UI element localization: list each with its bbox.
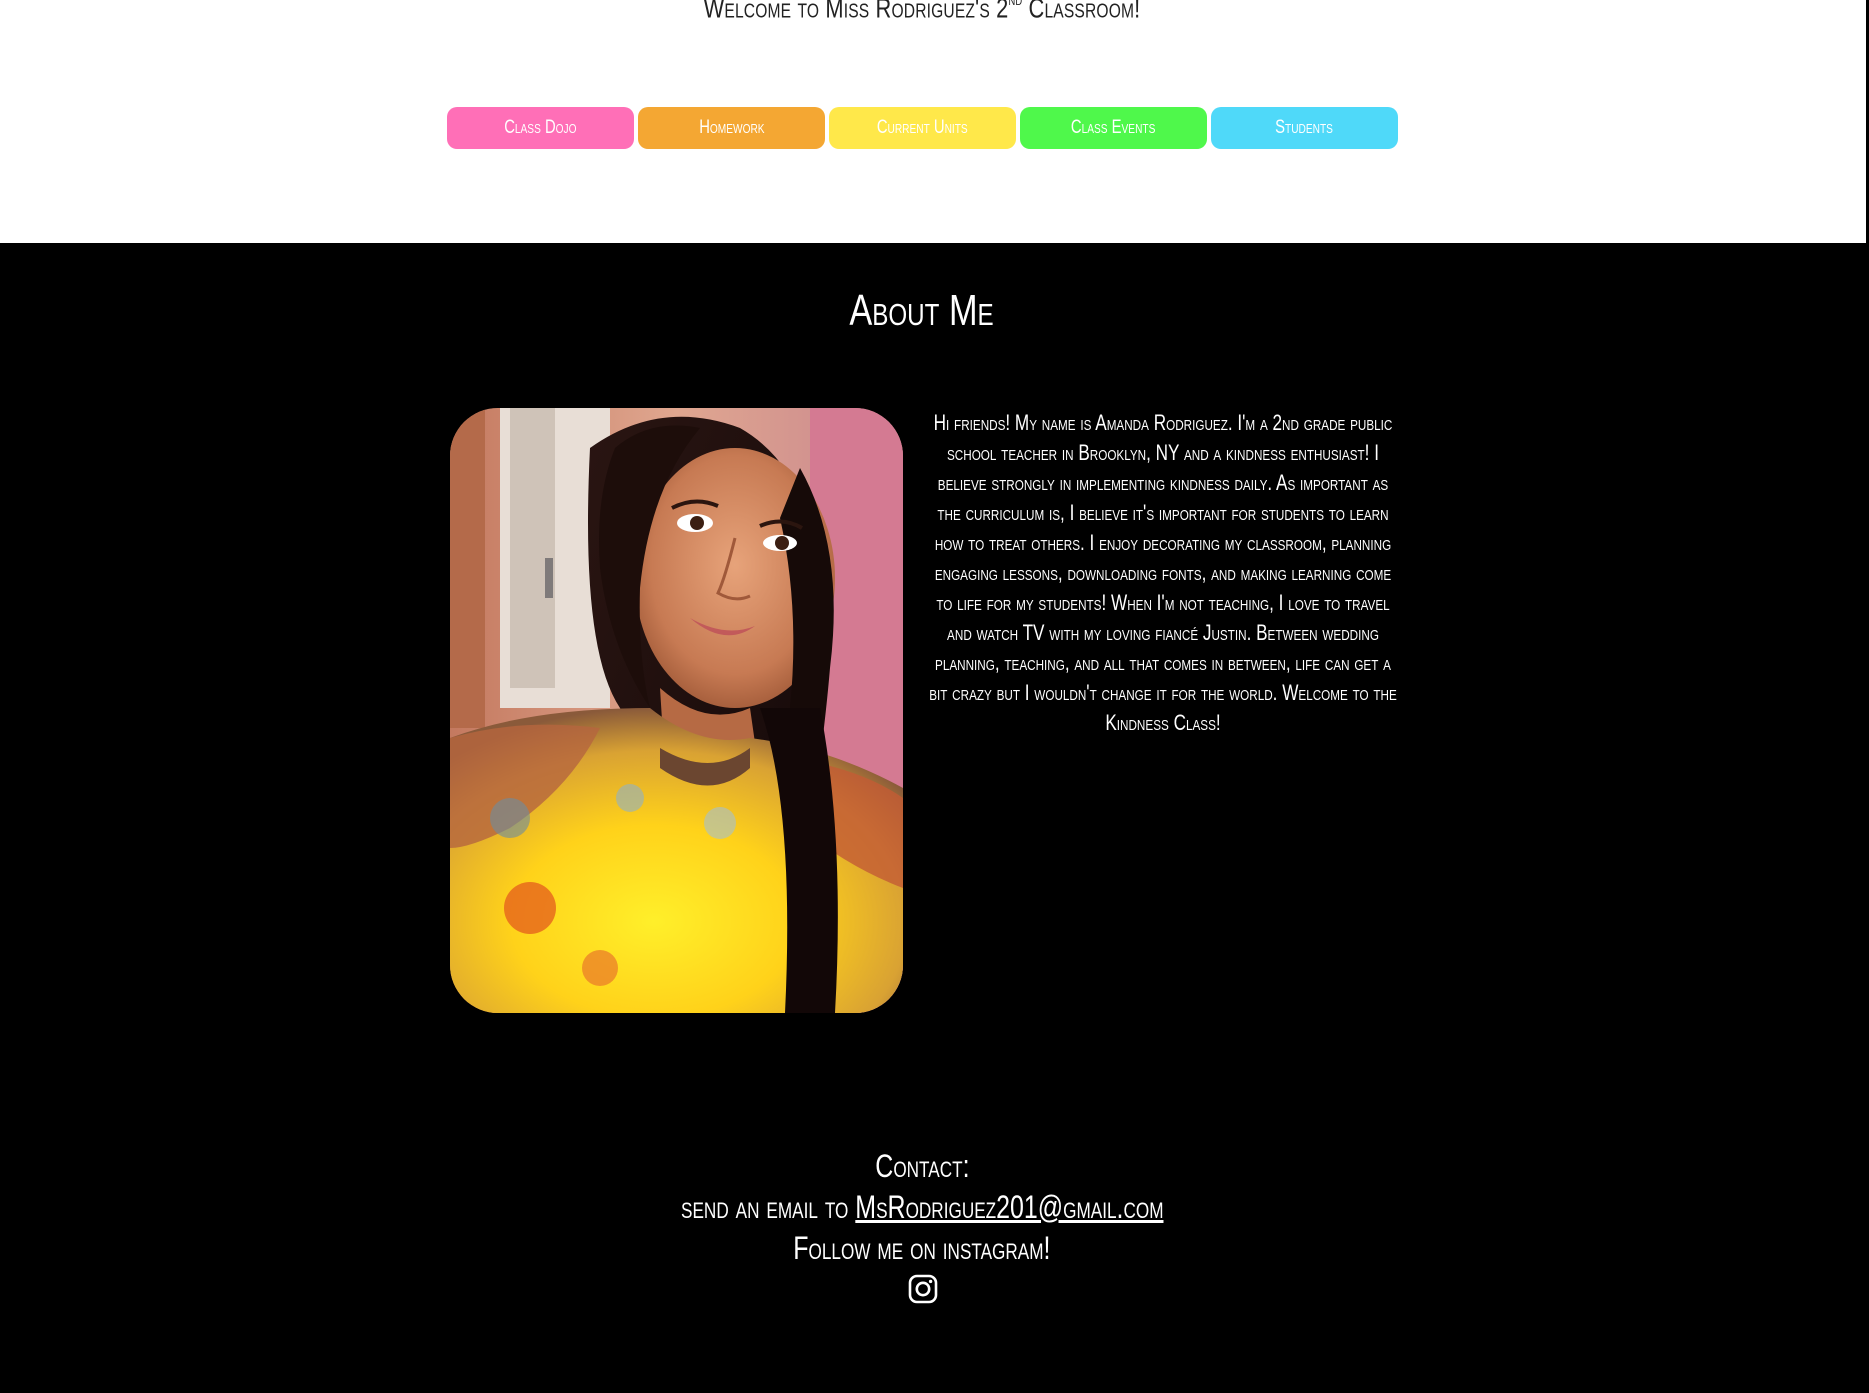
contact-section: Contact: send an email to MsRodriguez201…: [0, 1146, 1844, 1269]
email-line: send an email to MsRodriguez201@gmail.co…: [0, 1187, 1844, 1228]
page-title: Welcome to Miss Rodriguez's 2nd Classroo…: [703, 0, 1141, 24]
about-heading: About Me: [849, 286, 995, 335]
instagram-icon[interactable]: [908, 1274, 938, 1304]
email-link[interactable]: MsRodriguez201@gmail.com: [855, 1189, 1163, 1225]
header: Welcome to Miss Rodriguez's 2nd Classroo…: [0, 0, 1866, 243]
nav-students-button[interactable]: Students: [1211, 107, 1398, 149]
bio-text: Hi friends! My name is Amanda Rodriguez.…: [929, 410, 1397, 735]
nav-class-events-button[interactable]: Class Events: [1020, 107, 1207, 149]
nav-homework-button[interactable]: Homework: [638, 107, 825, 149]
page: Welcome to Miss Rodriguez's 2nd Classroo…: [0, 0, 1869, 1393]
portrait-photo: [450, 408, 903, 1013]
instagram-text: Follow me on instagram!: [793, 1230, 1051, 1266]
nav-class-dojo-button[interactable]: Class Dojo: [447, 107, 634, 149]
nav-bar: Class Dojo Homework Current Units Class …: [447, 107, 1398, 149]
nav-current-units-button[interactable]: Current Units: [829, 107, 1016, 149]
email-prefix: send an email to: [680, 1189, 856, 1225]
contact-heading: Contact:: [874, 1148, 970, 1184]
